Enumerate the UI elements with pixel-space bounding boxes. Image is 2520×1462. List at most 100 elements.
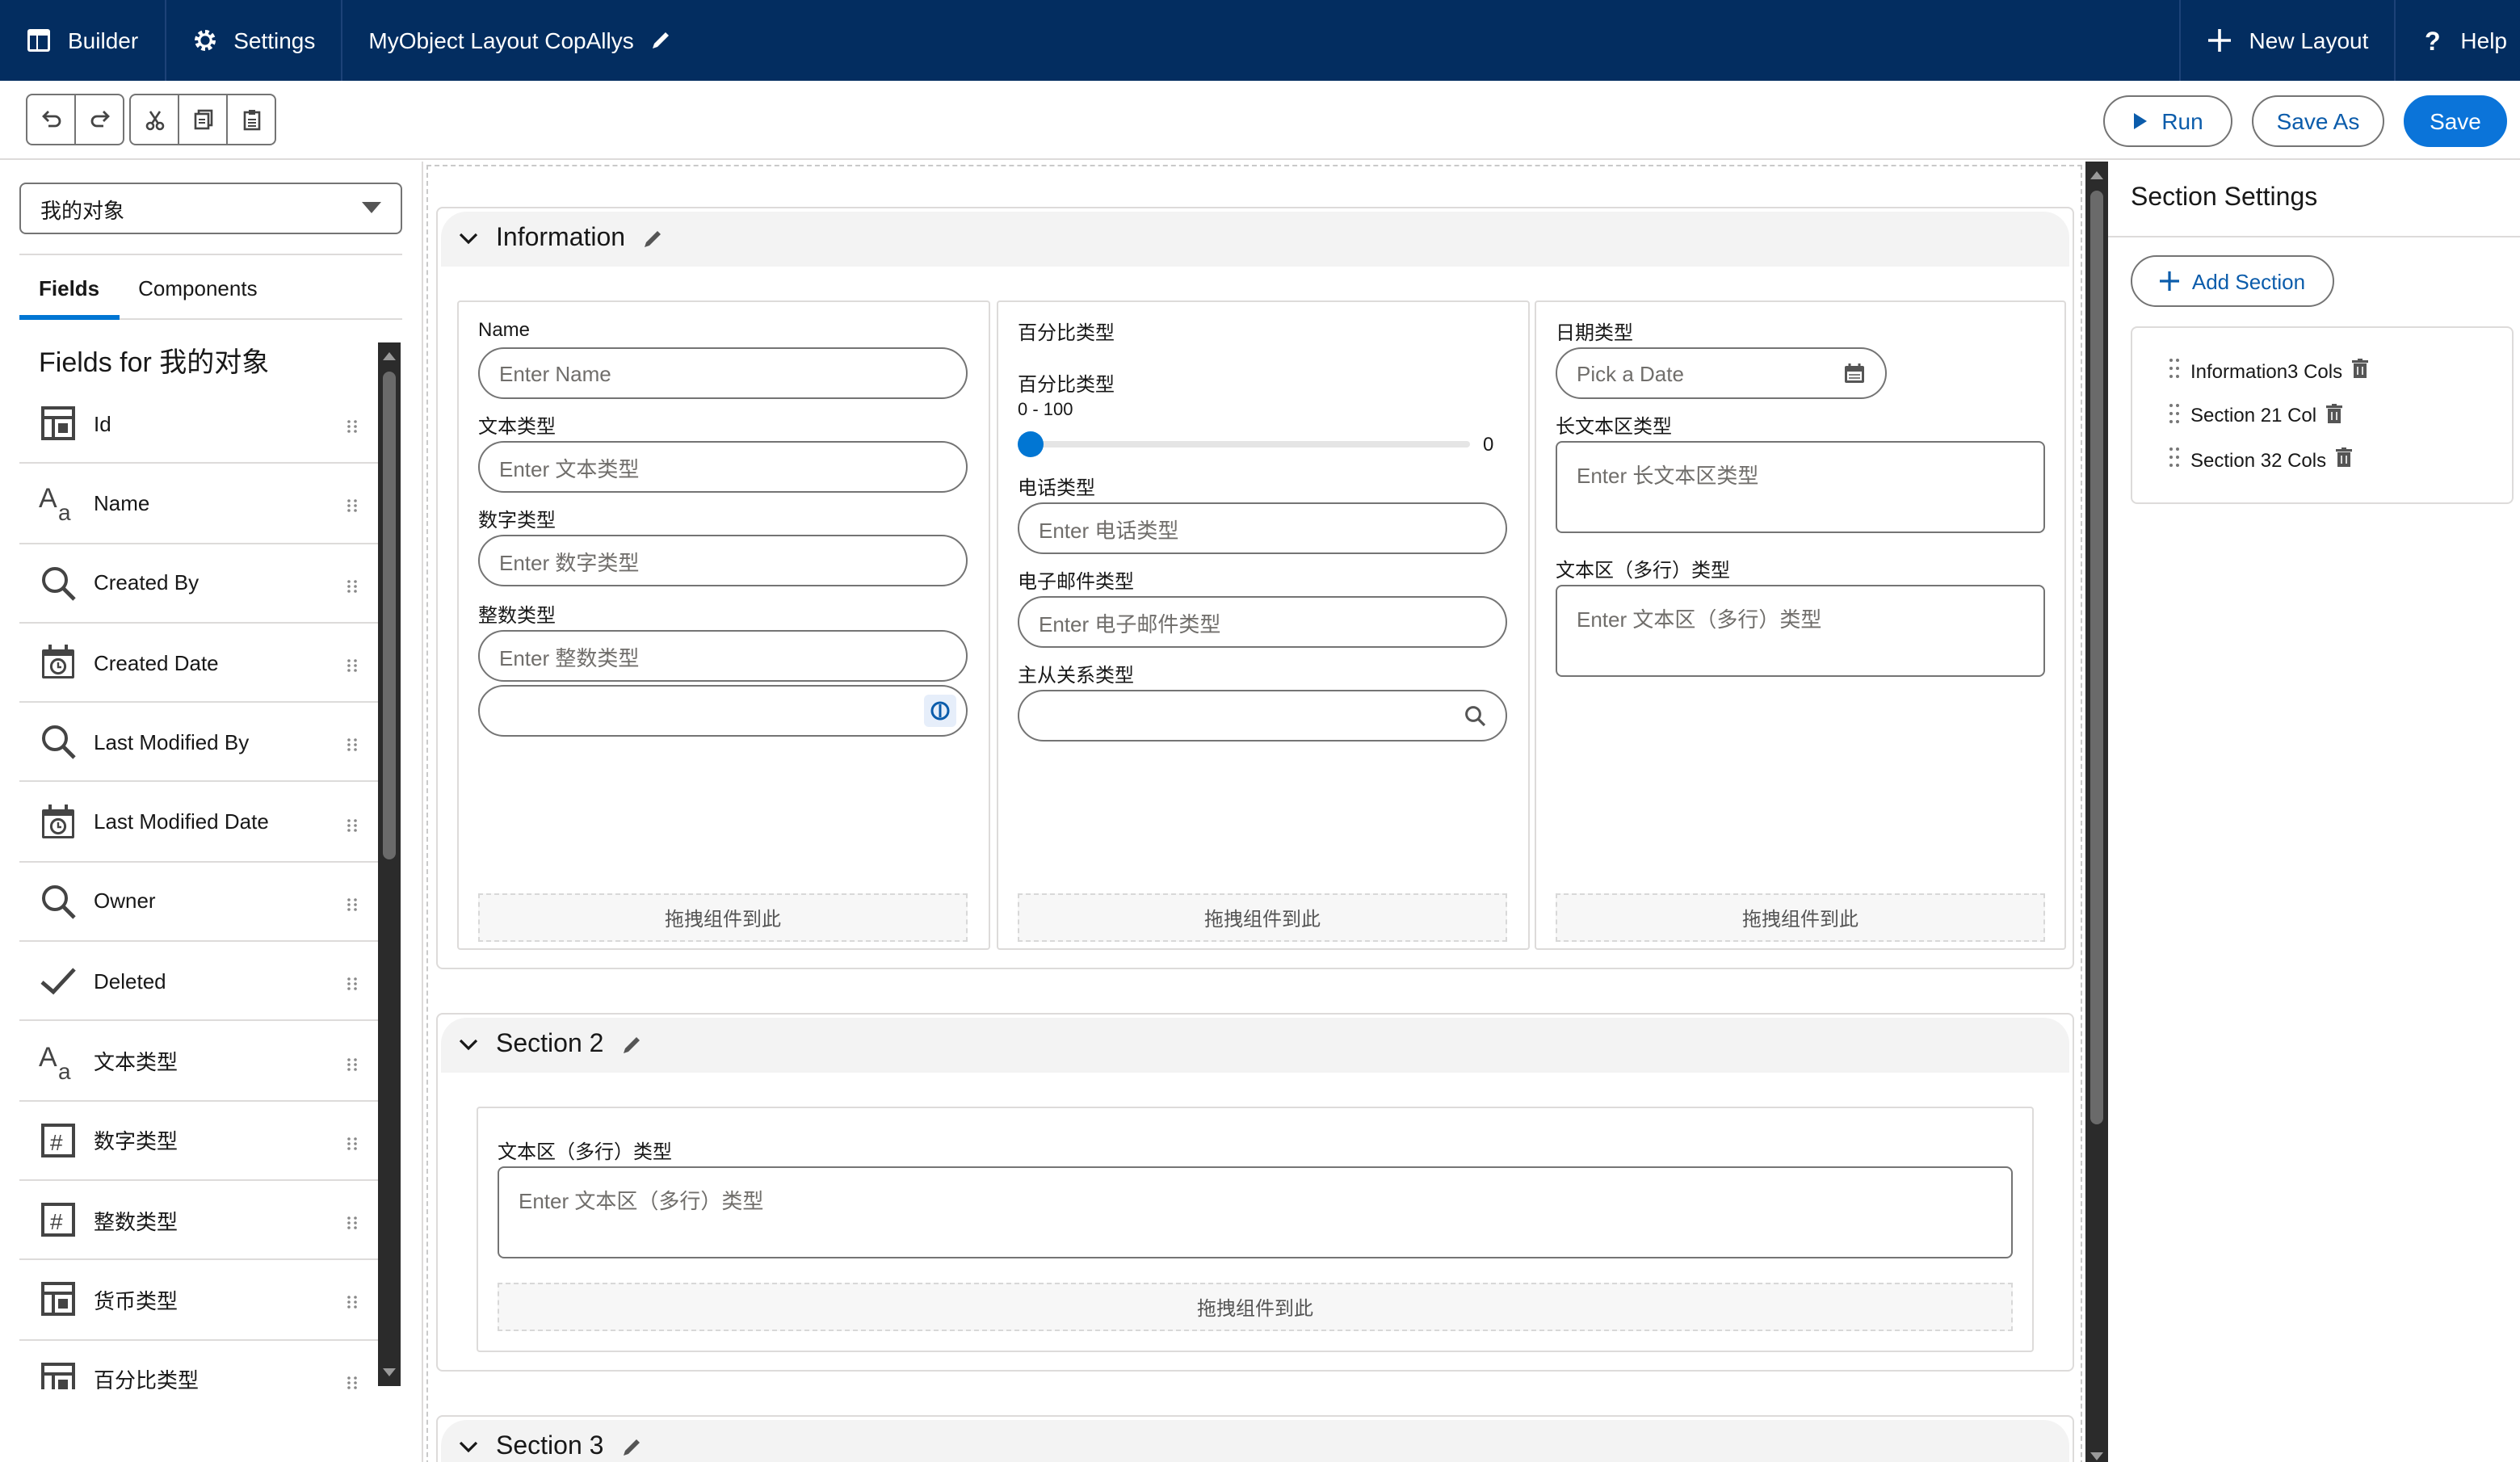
drag-handle-icon[interactable] xyxy=(2168,357,2181,384)
drag-handle-icon[interactable] xyxy=(346,654,359,672)
field-list-item[interactable]: Created Date xyxy=(19,624,378,704)
canvas-scrollbar[interactable] xyxy=(2085,162,2108,1462)
builder-tab[interactable]: Builder xyxy=(0,0,166,81)
object-select[interactable]: 我的对象 xyxy=(19,183,402,234)
field-list-item[interactable]: # 数字类型 xyxy=(19,1101,378,1181)
field-list-scrollbar[interactable] xyxy=(378,342,401,1386)
number-input[interactable]: Enter 数字类型 xyxy=(478,535,968,586)
field-list-item[interactable]: Last Modified Date xyxy=(19,783,378,863)
phone-input[interactable]: Enter 电话类型 xyxy=(1018,502,1507,554)
drag-handle-icon[interactable] xyxy=(346,574,359,593)
field-list-item[interactable]: Last Modified By xyxy=(19,703,378,783)
text-input[interactable]: Enter 文本类型 xyxy=(478,441,968,493)
chevron-down-icon[interactable] xyxy=(457,1439,480,1456)
slider-thumb[interactable] xyxy=(1018,431,1044,457)
drag-handle-icon[interactable] xyxy=(346,1212,359,1230)
name-input[interactable]: Enter Name xyxy=(478,347,968,399)
dropzone[interactable]: 拖拽组件到此 xyxy=(1018,893,1507,942)
drag-handle-icon[interactable] xyxy=(2168,401,2181,429)
scroll-down-icon[interactable] xyxy=(378,1363,401,1383)
run-button[interactable]: Run xyxy=(2103,95,2232,147)
cut-button[interactable] xyxy=(129,94,179,145)
integer-input[interactable]: Enter 整数类型 xyxy=(478,630,968,682)
tab-fields[interactable]: Fields xyxy=(19,255,119,320)
section-information[interactable]: Information Name Enter Name 文本类型 Enter 文… xyxy=(436,207,2074,969)
scroll-down-icon[interactable] xyxy=(2085,1447,2108,1462)
pencil-icon[interactable] xyxy=(620,1034,642,1057)
search-icon xyxy=(39,882,78,921)
section-header[interactable]: Section 3 xyxy=(441,1420,2069,1462)
chevron-down-icon[interactable] xyxy=(457,1037,480,1053)
drag-handle-icon[interactable] xyxy=(346,973,359,991)
section-list-item[interactable]: Information3 Cols xyxy=(2168,357,2369,384)
field-list-item[interactable]: Id xyxy=(19,384,378,464)
dropzone[interactable]: 拖拽组件到此 xyxy=(478,893,968,942)
lookup-input[interactable] xyxy=(1018,690,1507,742)
section-list-item[interactable]: Section 21 Col xyxy=(2168,401,2343,429)
section-title: Information xyxy=(496,225,626,252)
scroll-up-icon[interactable] xyxy=(2085,165,2108,184)
field-list-item[interactable]: 货币类型 xyxy=(19,1261,378,1341)
clipboard-icon xyxy=(242,110,260,131)
field-list-item[interactable]: # 整数类型 xyxy=(19,1181,378,1261)
table-icon xyxy=(39,1280,78,1319)
help-button[interactable]: ? Help xyxy=(2394,0,2520,81)
chevron-down-icon[interactable] xyxy=(457,231,480,247)
edit-button-group xyxy=(26,94,276,145)
pencil-icon[interactable] xyxy=(641,228,664,250)
canvas-scroll-thumb[interactable] xyxy=(2090,191,2103,1124)
multiline-text-area[interactable]: Enter 文本区（多行）类型 xyxy=(498,1166,2013,1258)
section-list-item[interactable]: Section 32 Cols xyxy=(2168,446,2353,473)
pencil-icon[interactable] xyxy=(620,1436,642,1459)
layout-name[interactable]: MyObject Layout CopAllys xyxy=(342,0,698,81)
drag-handle-icon[interactable] xyxy=(346,734,359,752)
field-list-item[interactable]: Created By xyxy=(19,544,378,624)
field-list-item[interactable]: 百分比类型 xyxy=(19,1340,378,1389)
long-text-area[interactable]: Enter 长文本区类型 xyxy=(1556,441,2045,533)
drag-handle-icon[interactable] xyxy=(2168,446,2181,473)
drag-handle-icon[interactable] xyxy=(346,495,359,513)
search-icon xyxy=(39,723,78,762)
section-3[interactable]: Section 3 xyxy=(436,1415,2074,1462)
settings-tab[interactable]: Settings xyxy=(166,0,343,81)
section-2[interactable]: Section 2 文本区（多行）类型 Enter 文本区（多行）类型 拖拽组件… xyxy=(436,1013,2074,1372)
tab-components[interactable]: Components xyxy=(119,255,276,320)
trash-icon[interactable] xyxy=(2326,403,2343,427)
drag-handle-icon[interactable] xyxy=(346,1371,359,1389)
field-label: 主从关系类型 xyxy=(1018,664,1135,687)
currency-input[interactable] xyxy=(478,685,968,737)
section-header[interactable]: Information xyxy=(441,212,2069,267)
dropzone[interactable]: 拖拽组件到此 xyxy=(1556,893,2045,942)
field-list-scroll-thumb[interactable] xyxy=(383,372,396,859)
save-as-button[interactable]: Save As xyxy=(2252,95,2384,147)
new-layout-button[interactable]: New Layout xyxy=(2179,0,2395,81)
drag-handle-icon[interactable] xyxy=(346,893,359,911)
section-header[interactable]: Section 2 xyxy=(441,1018,2069,1073)
dropzone[interactable]: 拖拽组件到此 xyxy=(498,1283,2013,1331)
trash-icon[interactable] xyxy=(2336,447,2353,472)
field-list-item[interactable]: Deleted xyxy=(19,942,378,1022)
multiline-text-area[interactable]: Enter 文本区（多行）类型 xyxy=(1556,585,2045,677)
add-section-button[interactable]: Add Section xyxy=(2131,255,2334,307)
percent-slider[interactable] xyxy=(1018,431,1470,457)
scroll-up-icon[interactable] xyxy=(378,346,401,365)
date-input[interactable]: Pick a Date xyxy=(1556,347,1887,399)
paste-button[interactable] xyxy=(226,94,276,145)
drag-handle-icon[interactable] xyxy=(346,1292,359,1309)
drag-handle-icon[interactable] xyxy=(346,415,359,434)
pencil-icon[interactable] xyxy=(650,29,673,52)
drag-handle-icon[interactable] xyxy=(346,1052,359,1070)
field-list-item[interactable]: Aa 文本类型 xyxy=(19,1022,378,1102)
field-list-item[interactable]: Owner xyxy=(19,863,378,943)
field-list-item[interactable]: Aa Name xyxy=(19,464,378,544)
save-button[interactable]: Save xyxy=(2404,95,2507,147)
calendar-icon[interactable] xyxy=(1843,362,1866,384)
trash-icon[interactable] xyxy=(2352,359,2369,383)
section-item-label: Information3 Cols xyxy=(2190,359,2343,382)
email-input[interactable]: Enter 电子邮件类型 xyxy=(1018,596,1507,648)
redo-button[interactable] xyxy=(74,94,124,145)
undo-button[interactable] xyxy=(26,94,76,145)
copy-button[interactable] xyxy=(178,94,228,145)
drag-handle-icon[interactable] xyxy=(346,1132,359,1150)
drag-handle-icon[interactable] xyxy=(346,813,359,832)
